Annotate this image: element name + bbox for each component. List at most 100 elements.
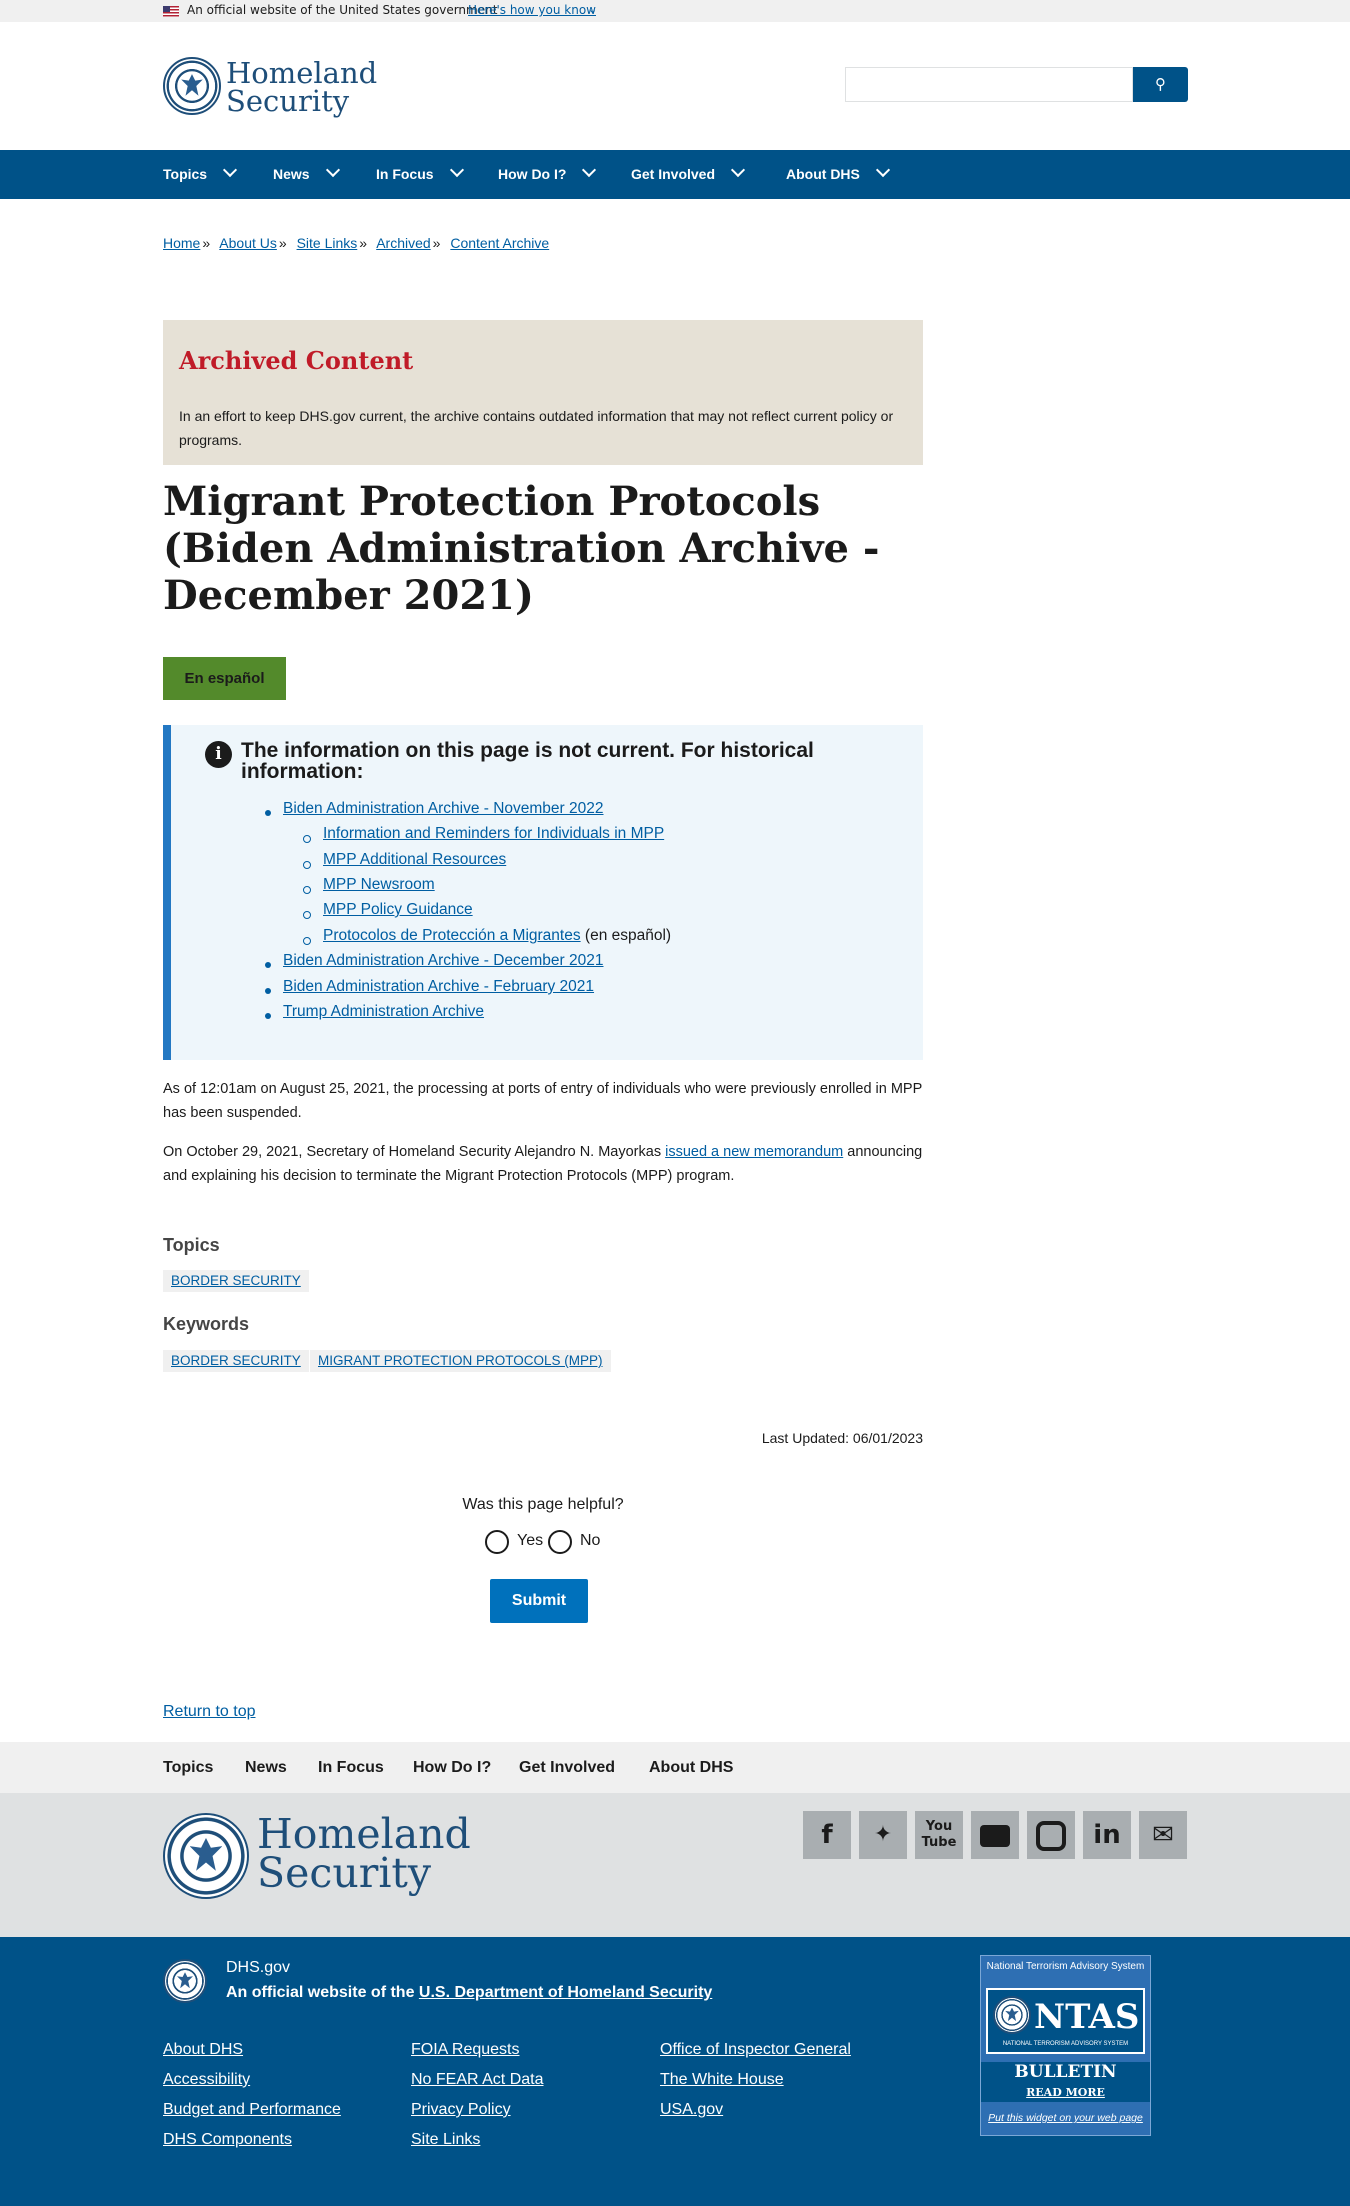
footer-logo-text[interactable]: Homeland Security [257,1814,471,1894]
archived-text: In an effort to keep DHS.gov current, th… [179,408,894,448]
last-updated: Last Updated: 06/01/2023 [761,1430,923,1446]
en-espanol-button[interactable]: En español [163,657,286,700]
ntas-badge: NTAS NATIONAL TERRORISM ADVISORY SYSTEM [986,1988,1145,2054]
chevron-down-icon[interactable]: ⌄ [588,3,597,16]
heres-how-you-know-link[interactable]: Here's how you know [468,3,596,17]
footer-link-budget[interactable]: Budget and Performance [163,2101,341,2119]
footer-bottom: DHS.gov An official website of the U.S. … [0,1937,1350,2206]
breadcrumb-site-links[interactable]: Site Links [297,235,358,251]
no-radio[interactable] [548,1530,572,1554]
link-biden-feb-2021[interactable]: Biden Administration Archive - February … [283,978,594,995]
linkedin-icon[interactable]: in [1083,1811,1131,1859]
nav-about-dhs[interactable]: About DHS [786,150,890,199]
ntas-subtitle: NATIONAL TERRORISM ADVISORY SYSTEM [1002,2041,1129,2047]
footer-nav-topics[interactable]: Topics [163,1742,213,1793]
chevron-down-icon [875,162,890,178]
link-mpp-newsroom[interactable]: MPP Newsroom [323,876,435,893]
keyword-tag[interactable]: MIGRANT PROTECTION PROTOCOLS (MPP) [310,1350,611,1372]
ntas-widget[interactable]: National Terrorism Advisory System NTAS … [980,1955,1151,2136]
twitter-icon[interactable]: ✦ [859,1811,907,1859]
dhs-seal-small [163,1959,207,2003]
footer-nav: Topics News In Focus How Do I? Get Invol… [0,1742,1350,1793]
info-alert: i The information on this page is not cu… [163,725,923,1060]
email-icon[interactable]: ✉ [1139,1811,1187,1859]
chevron-down-icon [325,162,340,178]
main-nav: Topics News In Focus How Do I? Get Invol… [0,150,1350,199]
breadcrumb-archived[interactable]: Archived [376,235,430,251]
info-heading: The information on this page is not curr… [241,739,814,783]
site-logo-text[interactable]: Homeland Security [226,59,377,115]
breadcrumb-about-us[interactable]: About Us [219,235,277,251]
footer-official: An official website of the U.S. Departme… [226,1984,713,2001]
chevron-down-icon [582,162,597,178]
link-info-reminders[interactable]: Information and Reminders for Individual… [323,825,664,842]
link-mpp-policy[interactable]: MPP Policy Guidance [323,901,473,918]
nav-get-involved[interactable]: Get Involved [631,150,746,199]
return-to-top-link[interactable]: Return to top [163,1703,256,1721]
search-input[interactable] [845,67,1133,102]
link-biden-dec-2021[interactable]: Biden Administration Archive - December … [283,952,604,969]
link-trump-archive[interactable]: Trump Administration Archive [283,1003,484,1020]
footer-link-no-fear[interactable]: No FEAR Act Data [411,2071,544,2089]
footer-link-privacy[interactable]: Privacy Policy [411,2101,511,2119]
keywords-heading: Keywords [163,1314,250,1334]
breadcrumb-content-archive[interactable]: Content Archive [450,235,549,251]
no-label: No [580,1532,601,1549]
yes-radio[interactable] [485,1530,509,1554]
flickr-icon[interactable] [971,1811,1019,1859]
keyword-tag[interactable]: BORDER SECURITY [163,1350,309,1372]
instagram-icon[interactable] [1027,1811,1075,1859]
ntas-widget-link[interactable]: Put this widget on your web page [981,2112,1150,2124]
archived-content-notice: Archived Content In an effort to keep DH… [163,320,923,465]
footer-link-oig[interactable]: Office of Inspector General [660,2041,851,2059]
feedback-question: Was this page helpful? [462,1496,624,1513]
submit-button[interactable]: Submit [490,1579,588,1623]
footer-link-foia[interactable]: FOIA Requests [411,2041,520,2059]
footer-link-white-house[interactable]: The White House [660,2071,784,2089]
footer-nav-in-focus[interactable]: In Focus [318,1742,384,1793]
dhs-seal-logo[interactable] [163,57,221,115]
ntas-wordmark: NTAS [1034,1997,1140,2037]
yes-label: Yes [517,1532,544,1549]
footer-nav-how-do-i[interactable]: How Do I? [413,1742,491,1793]
facebook-icon[interactable]: f [803,1811,851,1859]
dhs-seal-icon [993,1996,1031,2034]
nav-in-focus[interactable]: In Focus [376,150,464,199]
youtube-icon[interactable]: You Tube [915,1811,963,1859]
footer-nav-about-dhs[interactable]: About DHS [649,1742,733,1793]
gov-banner: An official website of the United States… [0,0,1350,22]
footer-nav-news[interactable]: News [245,1742,287,1793]
link-biden-nov-2022[interactable]: Biden Administration Archive - November … [283,800,604,817]
breadcrumb: Home» About Us» Site Links» Archived» Co… [163,235,550,251]
nav-how-do-i[interactable]: How Do I? [498,150,597,199]
search-icon: ⚲ [1155,75,1166,93]
breadcrumb-home[interactable]: Home [163,235,200,251]
us-flag-icon [163,6,179,17]
nav-topics[interactable]: Topics [163,150,238,199]
chevron-down-icon [449,162,464,178]
page-title: Migrant Protection Protocols (Biden Admi… [163,478,880,619]
footer-logo-bar: Homeland Security f ✦ You Tube in ✉ [0,1793,1350,1937]
info-icon: i [205,741,232,768]
footer-link-components[interactable]: DHS Components [163,2131,292,2149]
footer-link-about-dhs[interactable]: About DHS [163,2041,243,2059]
footer-link-usa-gov[interactable]: USA.gov [660,2101,723,2119]
link-mpp-resources[interactable]: MPP Additional Resources [323,851,506,868]
footer-nav-get-involved[interactable]: Get Involved [519,1742,615,1793]
dhs-link[interactable]: U.S. Department of Homeland Security [419,1984,712,2001]
body-paragraph-1: As of 12:01am on August 25, 2021, the pr… [163,1081,923,1121]
footer-link-accessibility[interactable]: Accessibility [163,2071,250,2089]
link-protocolos[interactable]: Protocolos de Protección a Migrantes [323,927,581,944]
footer-link-site-links[interactable]: Site Links [411,2131,480,2149]
body-paragraph-2: On October 29, 2021, Secretary of Homela… [163,1144,923,1184]
footer-site-name: DHS.gov [226,1959,291,1976]
ntas-read-more-link[interactable]: READ MORE [981,2086,1150,2099]
memorandum-link[interactable]: issued a new memorandum [665,1144,843,1160]
topic-tag[interactable]: BORDER SECURITY [163,1270,309,1292]
dhs-seal-logo[interactable] [163,1813,249,1899]
search-button[interactable]: ⚲ [1133,67,1188,102]
ntas-system-label: National Terrorism Advisory System [986,1961,1145,1972]
gov-banner-text: An official website of the United States… [187,3,498,17]
archived-title: Archived Content [179,346,414,375]
nav-news[interactable]: News [273,150,340,199]
